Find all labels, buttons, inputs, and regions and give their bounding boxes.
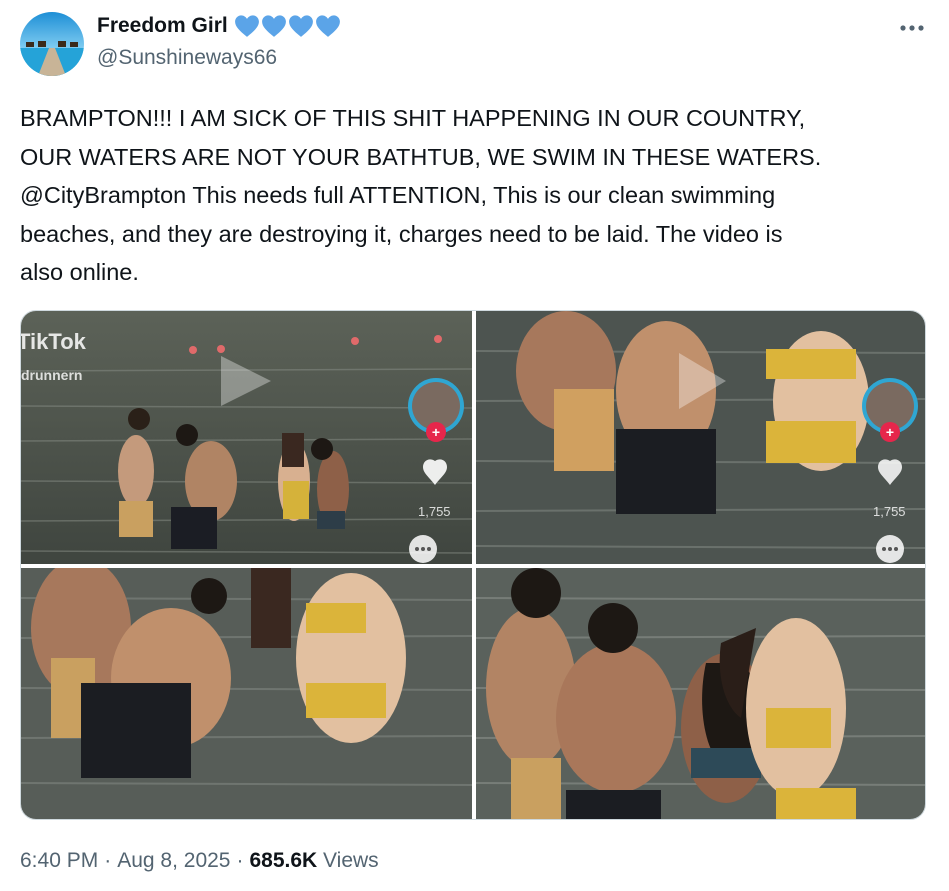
- name-emoji-group: [234, 14, 341, 38]
- tiktok-username: drunnern: [21, 367, 83, 383]
- separator-dot: ·: [236, 849, 244, 872]
- like-count: 1,755: [418, 504, 451, 519]
- views-count: 685.6K: [249, 849, 318, 872]
- video-frame-1[interactable]: TikTok drunnern 1,755 +: [21, 311, 472, 564]
- tweet-time[interactable]: 6:40 PM: [20, 849, 98, 873]
- tiktok-watermark: TikTok: [21, 329, 86, 354]
- tweet-date[interactable]: Aug 8, 2025: [117, 849, 230, 873]
- more-options-button[interactable]: [897, 16, 927, 40]
- add-follow-plus-icon: +: [431, 424, 441, 440]
- blue-heart-icon: [315, 15, 340, 37]
- ellipsis-icon: [900, 25, 924, 31]
- display-name[interactable]: Freedom Girl: [97, 14, 341, 38]
- video-frame-2[interactable]: 1,755 +: [476, 311, 925, 564]
- display-name-text[interactable]: Freedom Girl: [97, 14, 228, 38]
- user-handle[interactable]: @Sunshineways66: [97, 46, 277, 70]
- like-count-2: 1,755: [873, 504, 906, 519]
- tweet-text: BRAMPTON!!! I AM SICK OF THIS SHIT HAPPE…: [20, 105, 822, 285]
- views-stat[interactable]: 685.6K Views: [249, 849, 378, 873]
- blue-heart-icon: [288, 15, 313, 37]
- separator-dot: ·: [104, 849, 112, 872]
- media-grid[interactable]: TikTok drunnern 1,755 + 1,755 +: [20, 310, 926, 820]
- video-frame-3[interactable]: [21, 568, 472, 819]
- views-label: Views: [323, 849, 379, 872]
- video-frame-4[interactable]: [476, 568, 925, 819]
- avatar[interactable]: [20, 12, 84, 76]
- blue-heart-icon: [261, 15, 286, 37]
- timestamp-row: 6:40 PM · Aug 8, 2025 · 685.6K Views: [20, 849, 379, 873]
- blue-heart-icon: [234, 15, 259, 37]
- add-follow-plus-icon: +: [885, 424, 895, 440]
